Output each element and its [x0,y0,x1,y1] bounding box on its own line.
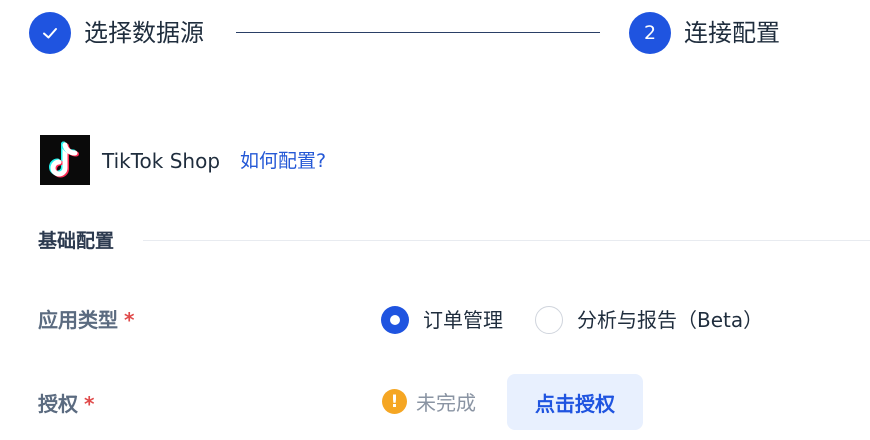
required-mark: * [84,392,95,416]
step-1-label: 选择数据源 [84,19,204,47]
radio-label-order-management[interactable]: 订单管理 [423,306,503,334]
step-2-label: 连接配置 [684,19,780,47]
step-2-number: 2 [629,12,671,54]
radio-label-analytics-reporting[interactable]: 分析与报告（Beta） [577,306,763,334]
warning-icon: ! [382,389,407,414]
authorization-label: 授权 * [38,390,94,418]
section-divider [143,240,870,241]
authorization-label-text: 授权 [38,392,78,416]
authorize-button[interactable]: 点击授权 [507,374,643,430]
check-icon [43,28,57,39]
platform-name: TikTok Shop [102,149,221,173]
step-1-done-indicator [29,12,71,54]
radio-analytics-reporting[interactable] [535,306,563,334]
tiktok-logo-icon [40,135,90,185]
authorization-status: 未完成 [416,391,476,415]
app-type-label: 应用类型 * [38,306,134,334]
how-to-configure-link[interactable]: 如何配置? [240,148,326,174]
section-title-basic-config: 基础配置 [38,230,115,252]
required-mark: * [124,308,135,332]
step-connector-line [236,32,600,33]
app-type-label-text: 应用类型 [38,308,118,332]
radio-order-management[interactable] [381,306,409,334]
